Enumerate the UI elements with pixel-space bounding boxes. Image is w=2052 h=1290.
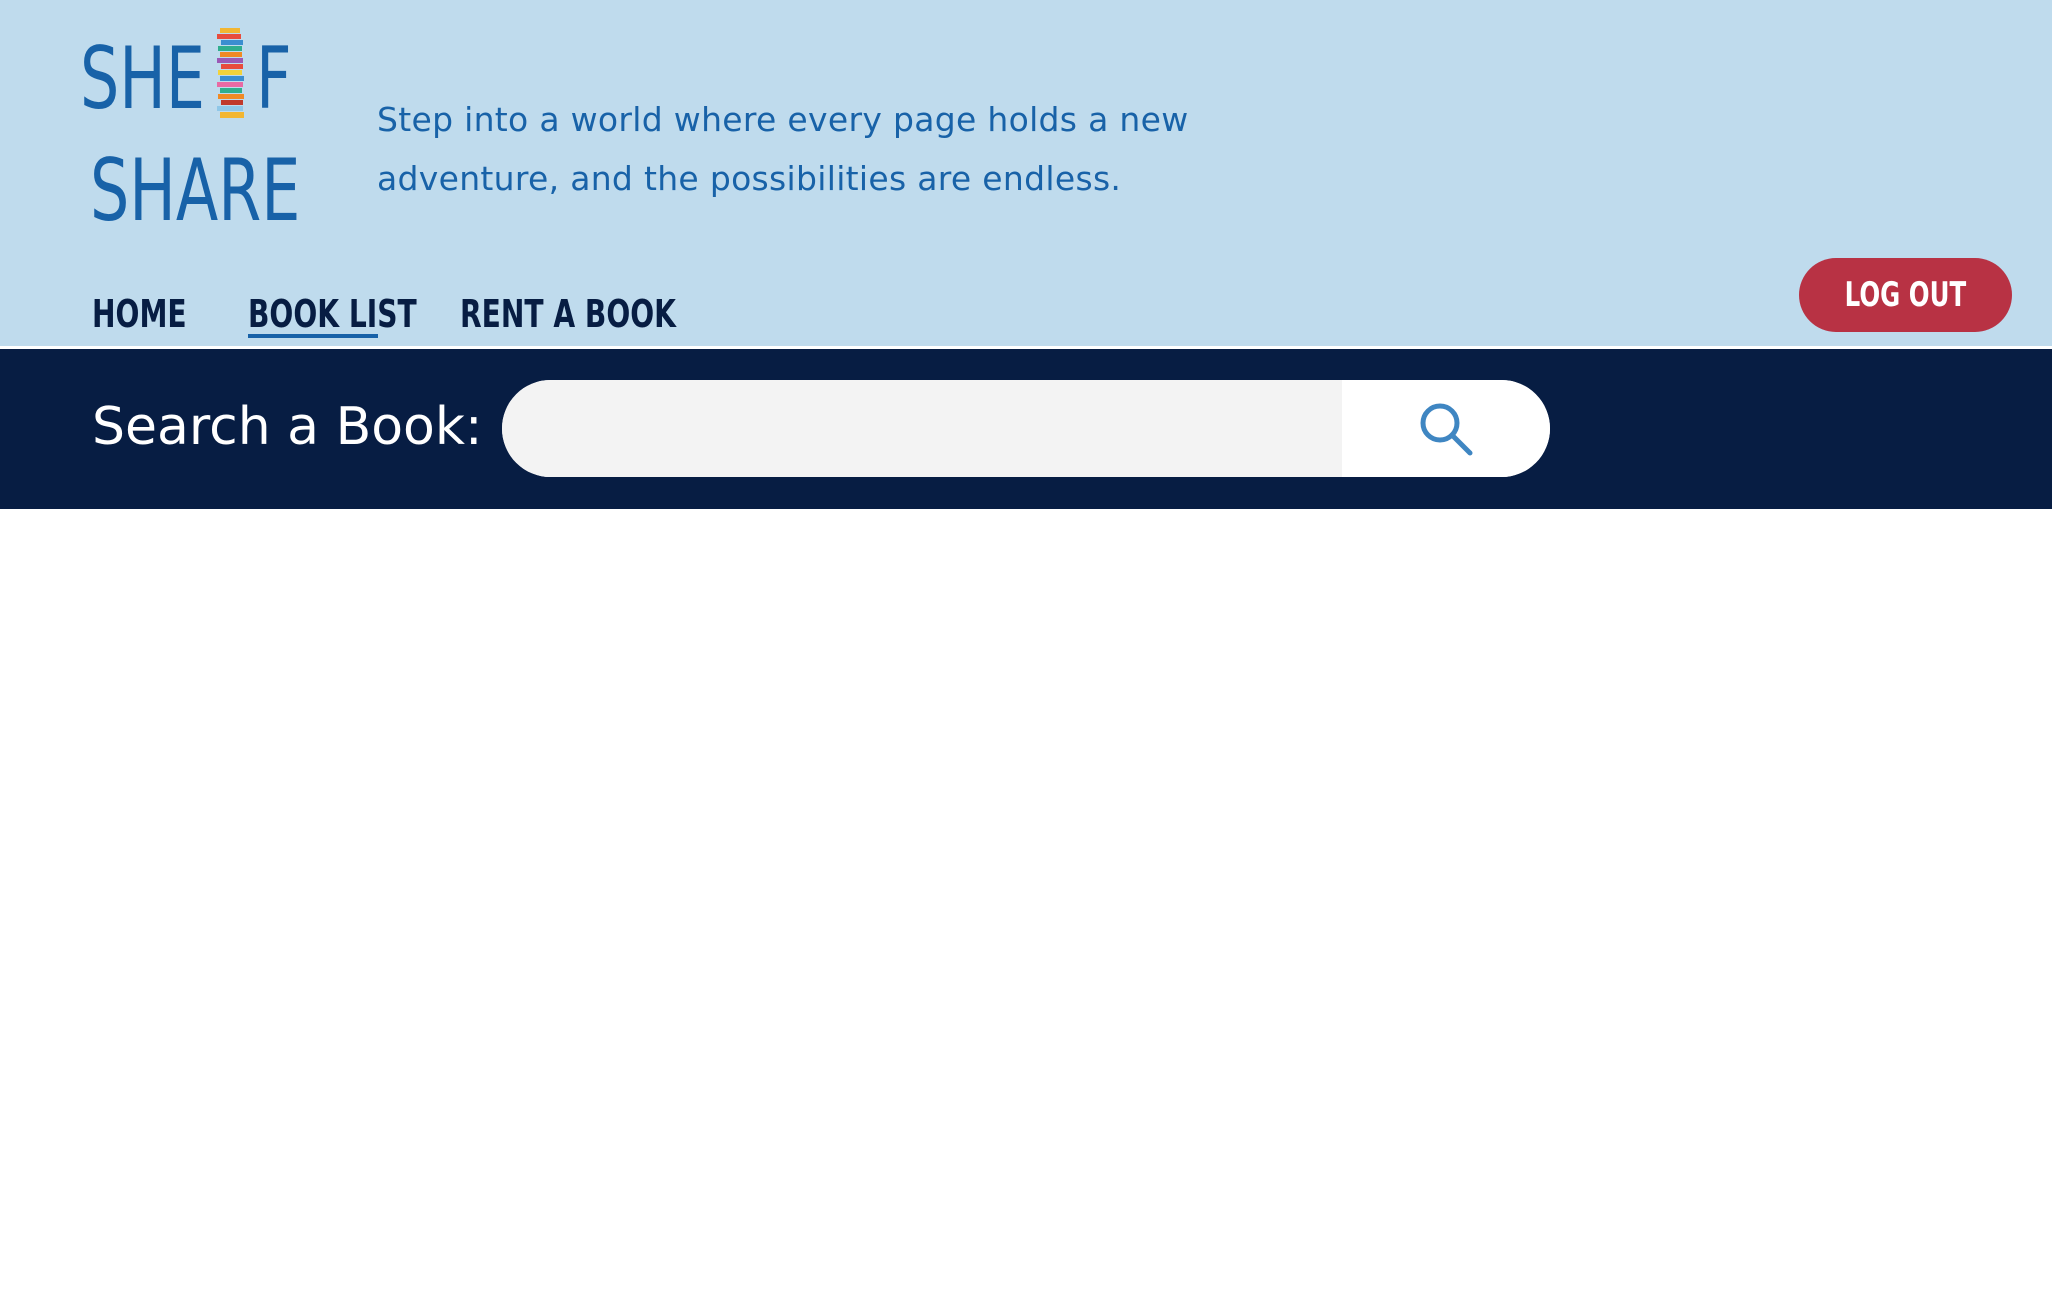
logout-button[interactable]: LOG OUT — [1799, 258, 2012, 332]
search-bar-section: Search a Book: — [0, 349, 2052, 509]
search-button[interactable] — [1342, 380, 1550, 477]
tagline: Step into a world where every page holds… — [377, 90, 1277, 208]
logo-text-line1: SHE — [80, 29, 205, 129]
site-header: SHE F SHARE Step into a world where ever… — [0, 0, 2052, 346]
search-box — [502, 380, 1550, 477]
search-icon — [1420, 403, 1473, 455]
book-stack-icon — [217, 28, 244, 118]
search-input[interactable] — [502, 380, 1342, 477]
nav-item-book-list[interactable]: BOOK LIST — [248, 292, 417, 336]
active-nav-underline — [248, 334, 378, 338]
search-label: Search a Book: — [92, 397, 483, 457]
tagline-line1: Step into a world where every page holds… — [377, 100, 1189, 139]
tagline-line2: adventure, and the possibilities are end… — [377, 159, 1122, 198]
logout-button-label: LOG OUT — [1844, 275, 1967, 315]
shelf-share-logo[interactable]: SHE F SHARE — [80, 26, 320, 246]
nav-item-rent-a-book[interactable]: RENT A BOOK — [460, 292, 676, 336]
logo-text-line1-end: F — [256, 29, 292, 129]
nav-item-home[interactable]: HOME — [92, 292, 187, 336]
logo-text-line2: SHARE — [90, 141, 301, 241]
